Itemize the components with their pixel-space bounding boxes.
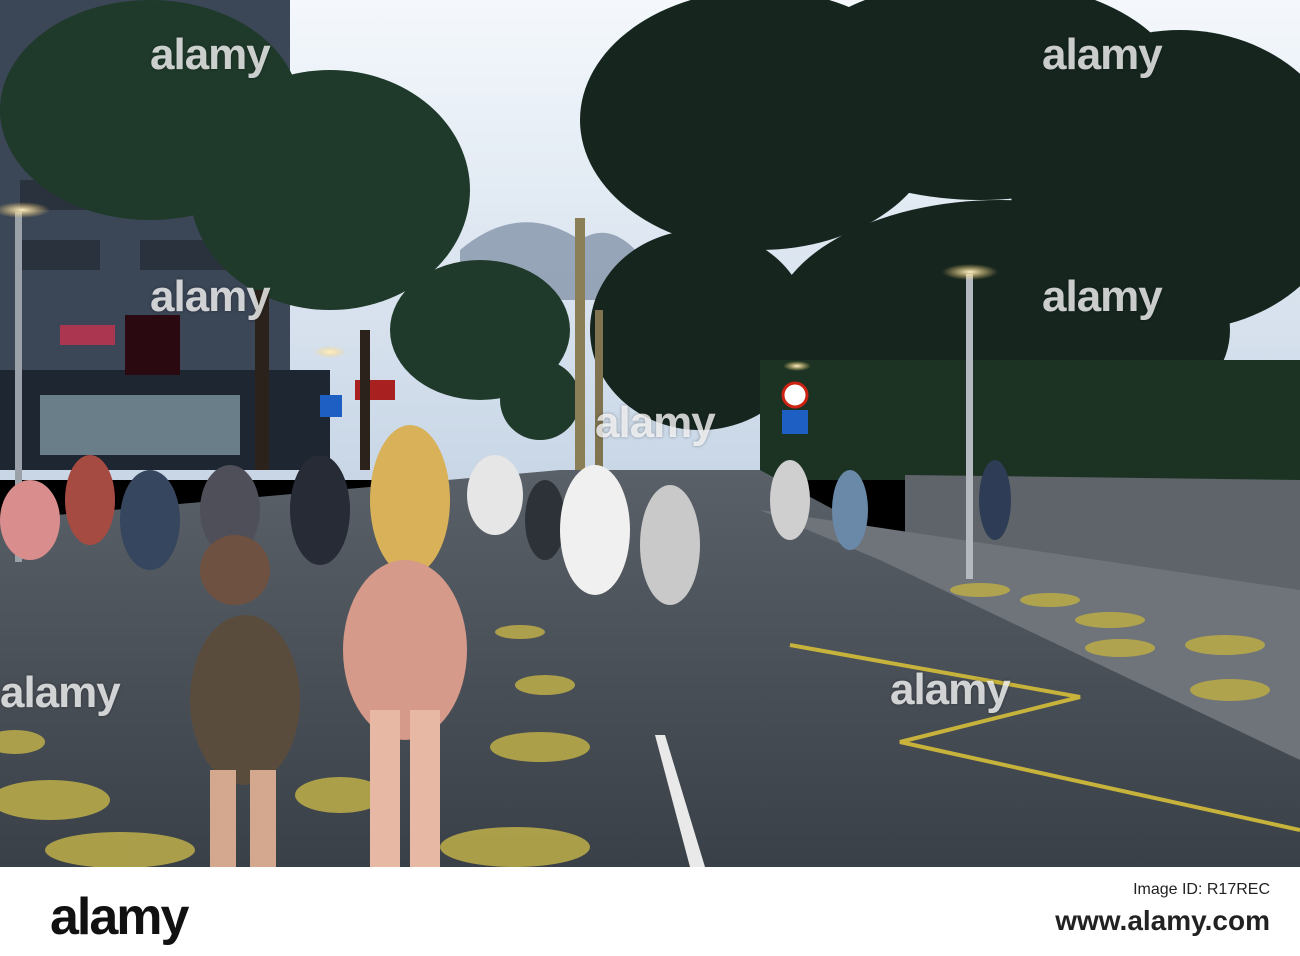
photo-stage: alamy alamy alamy alamy alamy alamy alam… — [0, 0, 1300, 956]
site-url[interactable]: www.alamy.com — [1055, 905, 1270, 937]
footer-bar: alamy Image ID: R17REC www.alamy.com — [0, 867, 1300, 956]
watermark: alamy — [150, 272, 271, 321]
watermark: alamy — [595, 398, 716, 447]
shop-window-glow — [40, 395, 240, 455]
watermark: alamy — [1042, 30, 1163, 79]
watermark: alamy — [0, 668, 121, 717]
watermark: alamy — [1042, 272, 1163, 321]
watermark: alamy — [150, 30, 271, 79]
image-id: Image ID: R17REC — [1133, 881, 1270, 898]
crosswalk-sign-left — [320, 395, 342, 417]
neon-sign — [125, 315, 180, 375]
watermark: alamy — [890, 665, 1011, 714]
neon-sign-pink — [60, 325, 115, 345]
right-hedge — [760, 360, 1300, 480]
crosswalk-sign — [782, 410, 808, 434]
footer-logo: alamy — [50, 888, 189, 946]
footer-meta: Image ID: R17REC www.alamy.com — [1055, 881, 1270, 937]
no-left-turn-sign — [781, 381, 809, 409]
